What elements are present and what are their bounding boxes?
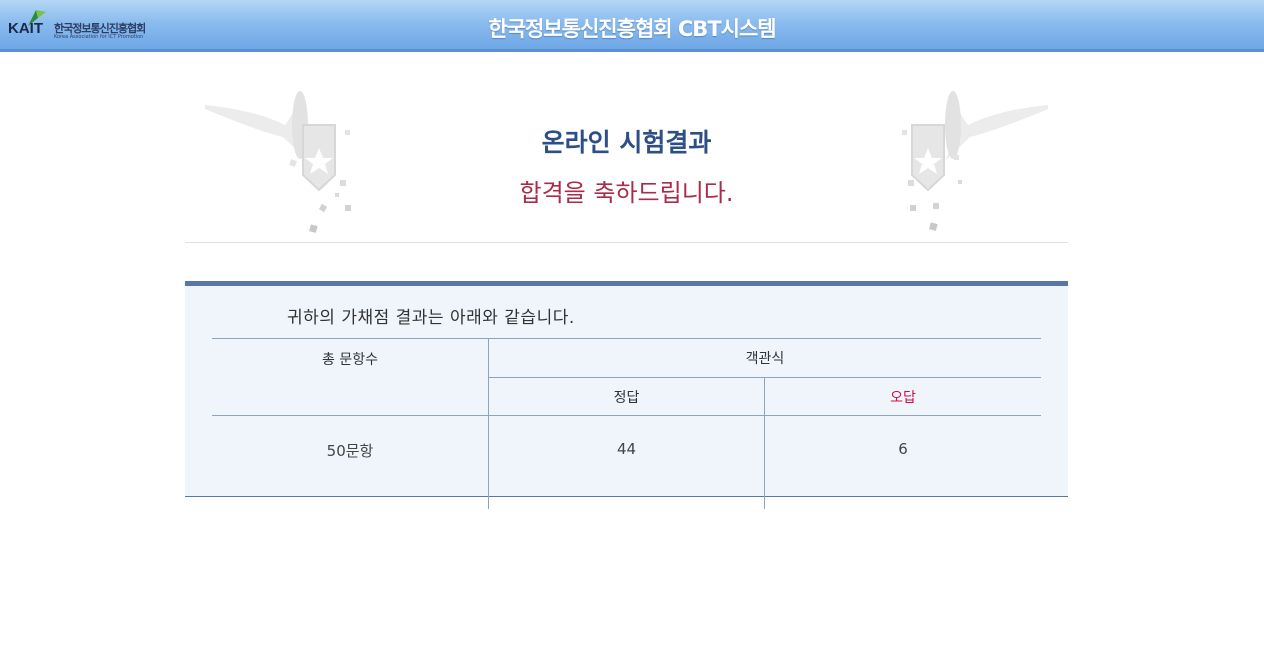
header-bar: KAIT 한국정보통신진흥협회 Korea Association for IC…: [0, 0, 1264, 52]
score-table-header-row: 총 문항수 객관식: [212, 338, 1041, 416]
trumpet-banner-right-icon: [902, 91, 1048, 231]
system-title: 한국정보통신진흥협회 CBT시스템: [488, 17, 776, 41]
result-banner: 온라인 시험결과 합격을 축하드립니다.: [185, 85, 1068, 243]
score-table: 총 문항수 객관식 정답 오답 50문항 44 6: [212, 338, 1041, 509]
trumpet-banner-left-icon: [205, 91, 351, 233]
score-table-row: 50문항 44 6: [212, 415, 1041, 509]
correct-count-value: 44: [488, 415, 765, 509]
wrong-count-value: 6: [898, 440, 908, 458]
wrong-header: 오답: [764, 377, 1041, 416]
objective-header: 객관식: [488, 338, 1041, 378]
result-title: 온라인 시험결과: [541, 128, 712, 157]
correct-header: 정답: [488, 377, 765, 416]
total-questions-value: 50문항: [212, 415, 489, 509]
pass-message: 합격을 축하드립니다.: [519, 179, 734, 207]
score-panel: 귀하의 가채점 결과는 아래와 같습니다. 총 문항수 객관식 정답 오답 50…: [185, 281, 1068, 509]
total-questions-header: 총 문항수: [212, 338, 489, 416]
score-subtitle: 귀하의 가채점 결과는 아래와 같습니다.: [287, 308, 575, 328]
